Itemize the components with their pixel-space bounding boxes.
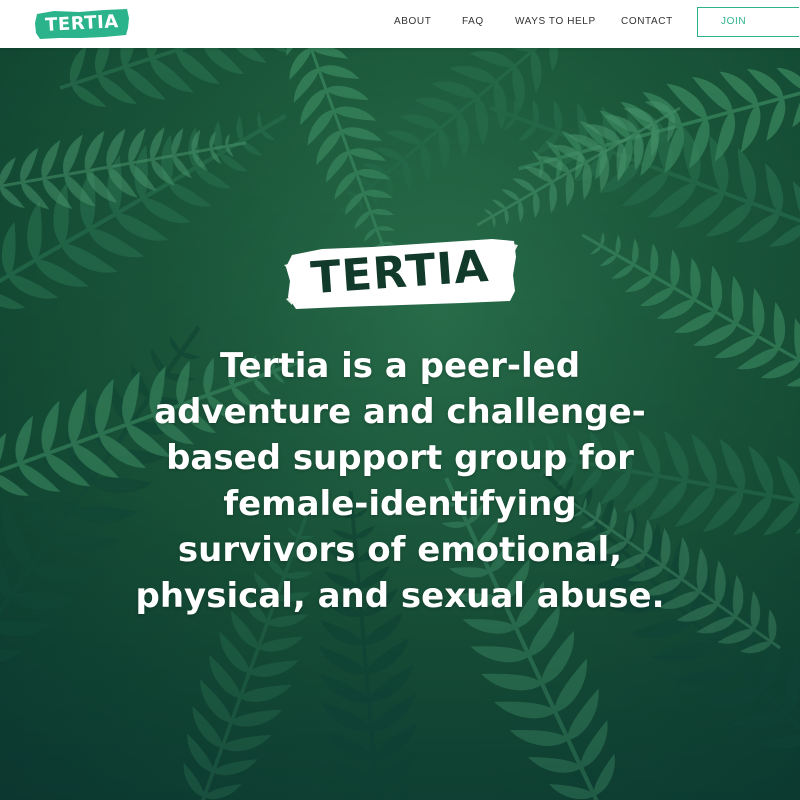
nav-link-contact[interactable]: CONTACT — [621, 16, 673, 27]
nav-link-faq[interactable]: FAQ — [462, 16, 484, 27]
join-button[interactable]: JOIN — [697, 7, 799, 37]
top-navbar: TERTIA ABOUT FAQ WAYS TO HELP CONTACT JO… — [0, 0, 800, 48]
site-logo[interactable]: TERTIA — [34, 8, 130, 40]
site-logo-text: TERTIA — [44, 11, 120, 36]
hero-logo: TERTIA — [282, 235, 518, 311]
nav-link-ways-to-help[interactable]: WAYS TO HELP — [515, 16, 596, 27]
nav-link-about[interactable]: ABOUT — [394, 16, 431, 27]
page: TERTIA ABOUT FAQ WAYS TO HELP CONTACT JO… — [0, 0, 800, 800]
hero-tagline: Tertia is a peer-led adventure and chall… — [135, 346, 665, 616]
hero-section: TERTIA Tertia is a peer-led adventure an… — [0, 48, 800, 800]
